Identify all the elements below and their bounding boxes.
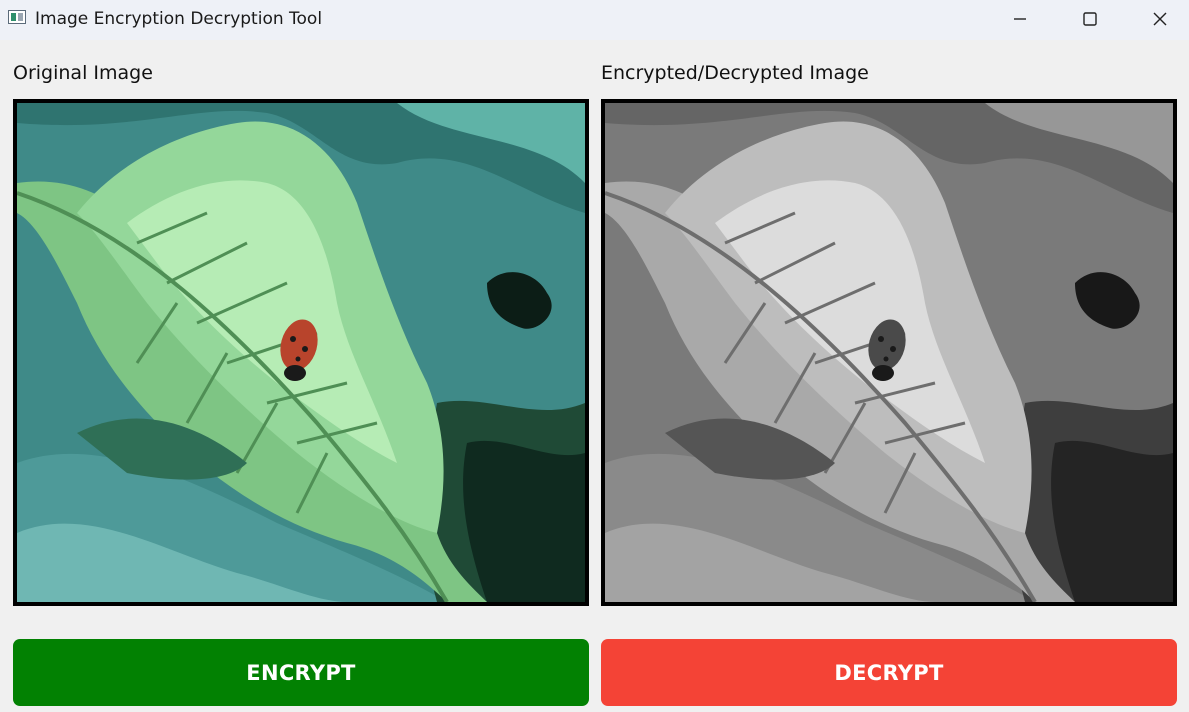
minimize-button[interactable]	[997, 0, 1043, 38]
window-title: Image Encryption Decryption Tool	[35, 9, 323, 29]
close-icon	[1153, 12, 1167, 26]
close-button[interactable]	[1137, 0, 1183, 38]
original-image-frame	[13, 99, 589, 606]
maximize-icon	[1083, 12, 1097, 26]
title-bar[interactable]: Image Encryption Decryption Tool	[0, 0, 1189, 40]
result-image-frame	[601, 99, 1177, 606]
result-image	[605, 103, 1173, 602]
decrypt-button[interactable]: DECRYPT	[601, 639, 1177, 706]
app-window: Image Encryption Decryption Tool Origina…	[0, 0, 1189, 712]
minimize-icon	[1014, 18, 1026, 20]
app-icon	[8, 10, 26, 24]
encrypt-button[interactable]: ENCRYPT	[13, 639, 589, 706]
original-image	[17, 103, 585, 602]
original-image-label: Original Image	[13, 62, 153, 84]
maximize-button[interactable]	[1067, 0, 1113, 38]
result-image-label: Encrypted/Decrypted Image	[601, 62, 869, 84]
